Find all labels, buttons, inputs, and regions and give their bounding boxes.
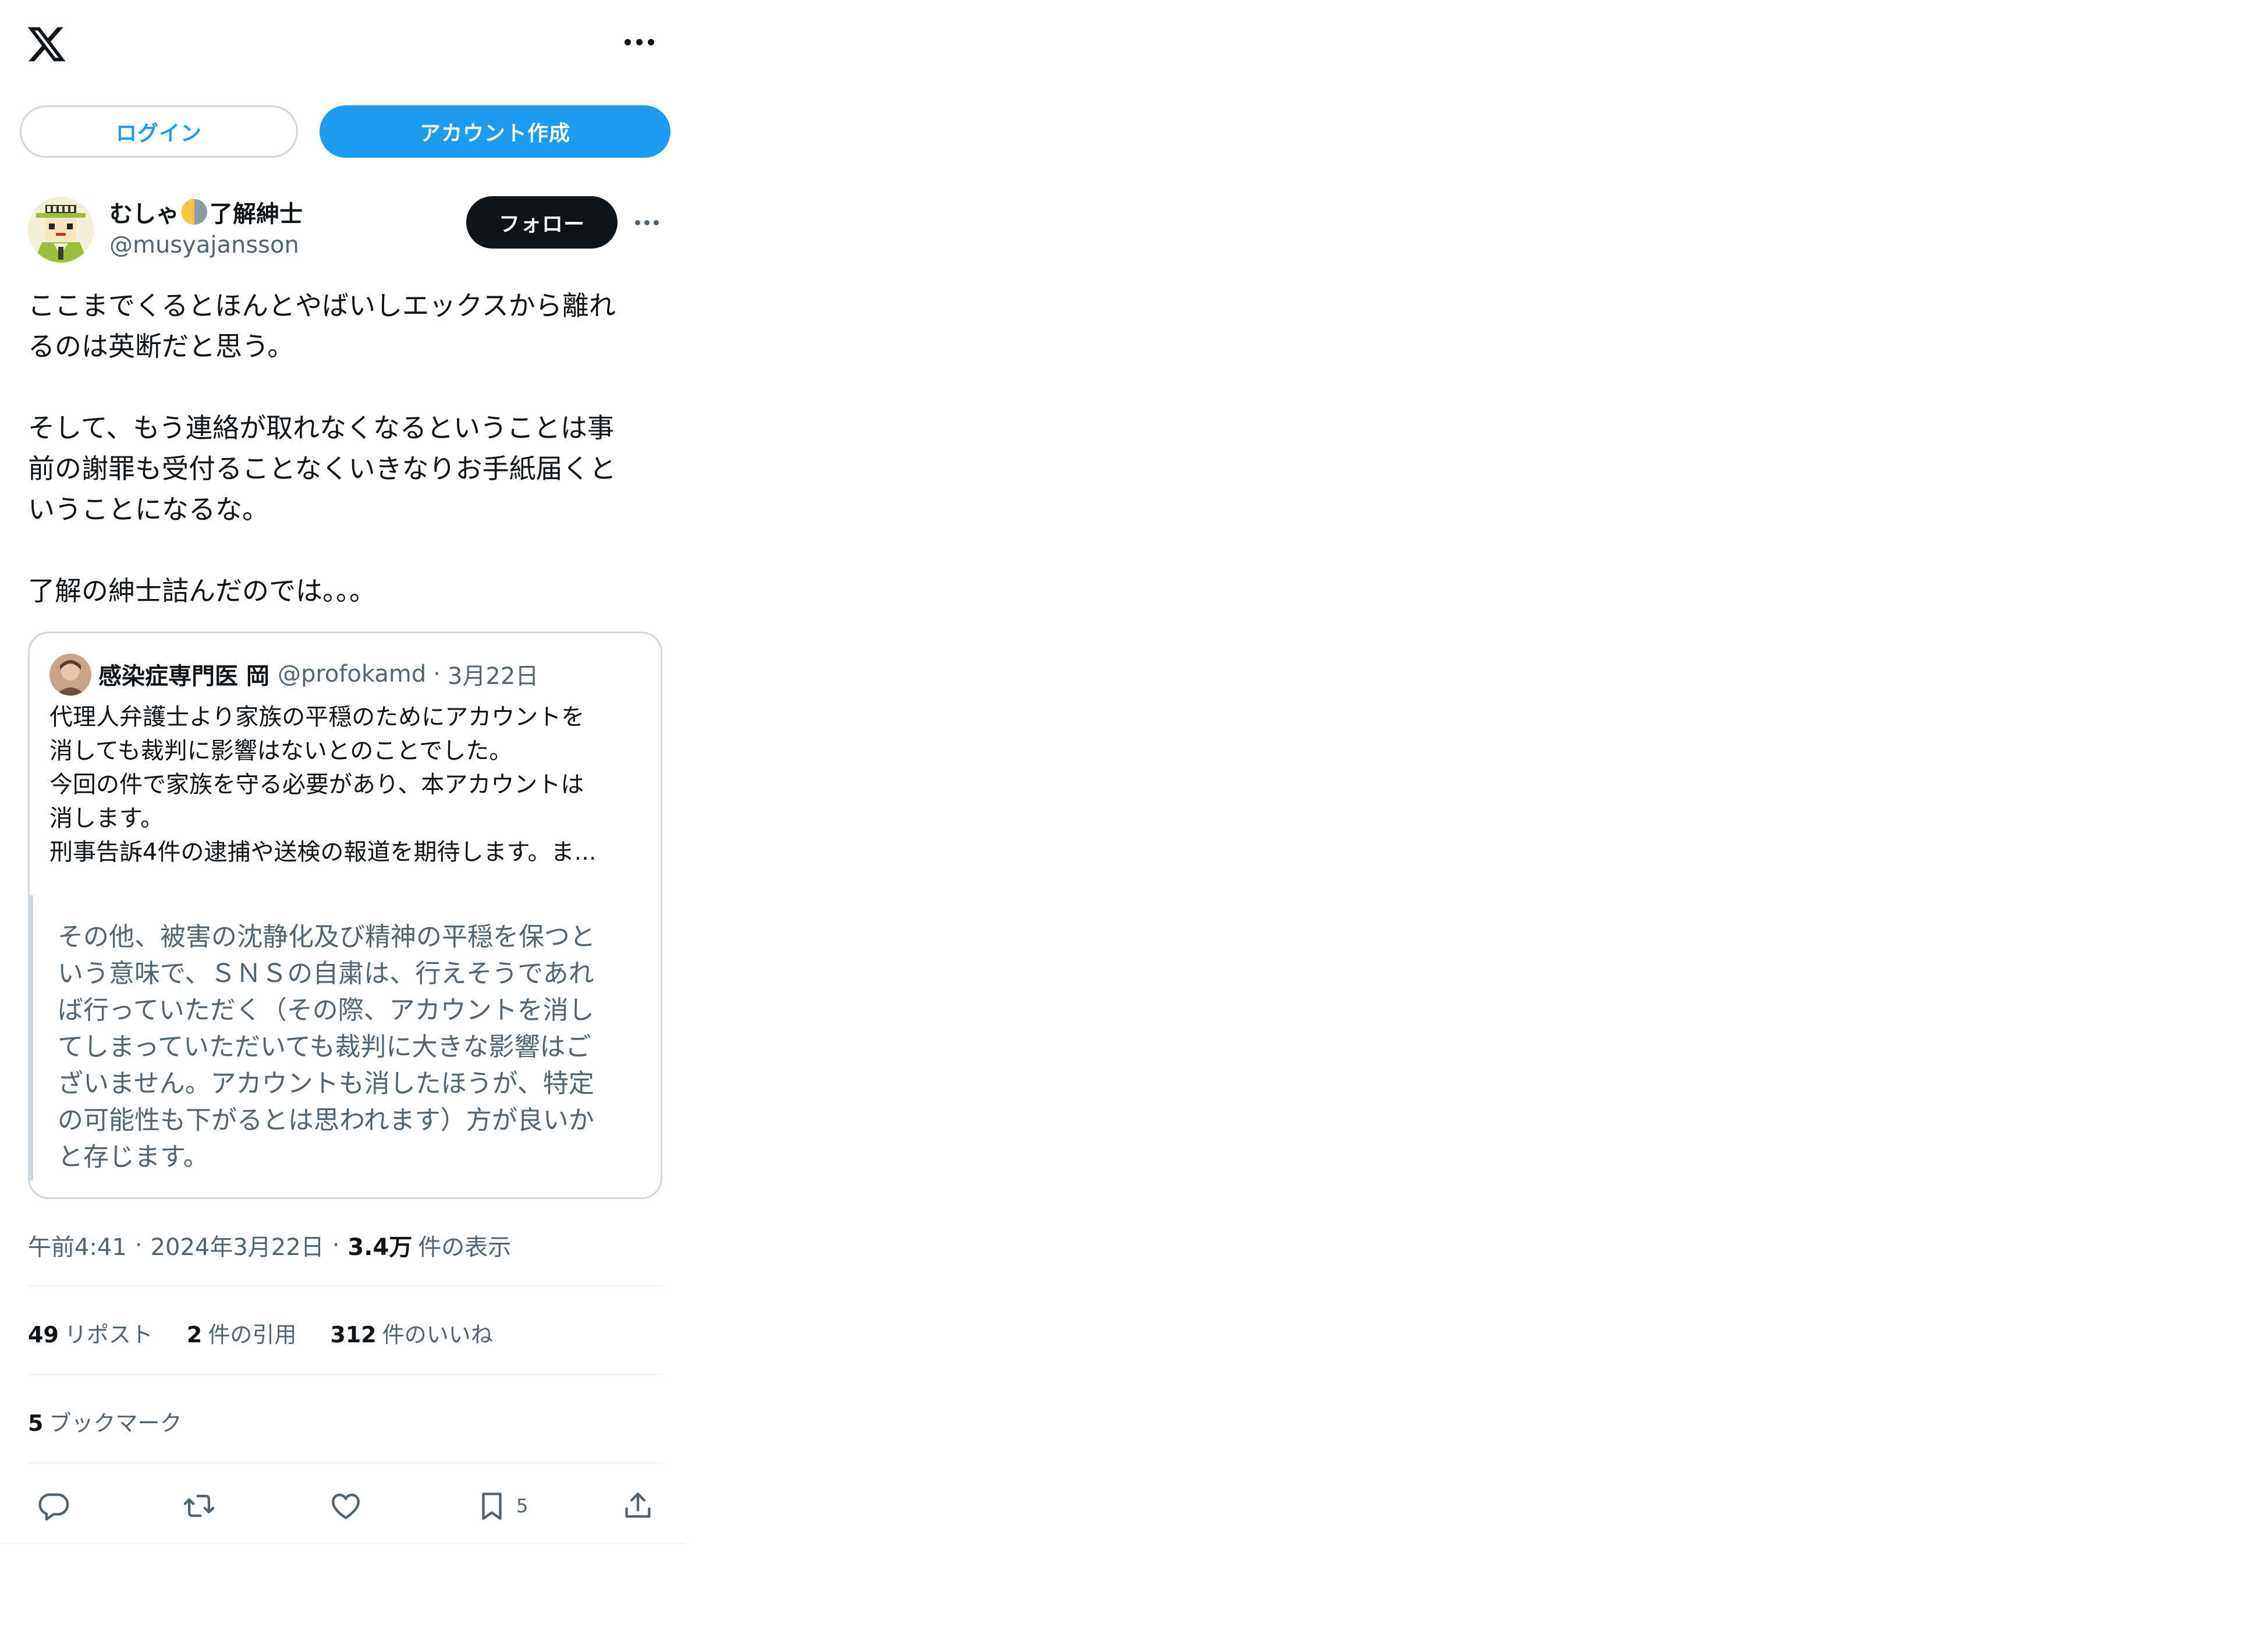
author-name[interactable]: むしゃ 了解紳士	[109, 196, 303, 228]
divider	[28, 1462, 662, 1463]
quotes-count: 2	[186, 1322, 203, 1348]
blockquote-line: の可能性も下がるとは思われます）方が良いか	[58, 1105, 594, 1135]
post-text-line: ここまでくるとほんとやばいしエックスから離れ	[28, 290, 616, 321]
author-name-part: むしゃ	[109, 201, 179, 228]
reposts-count: 49	[28, 1322, 59, 1348]
quote-separator: ·	[433, 661, 441, 687]
bookmarks-stat[interactable]: 5 ブックマーク	[28, 1405, 182, 1437]
repost-icon[interactable]	[180, 1487, 218, 1525]
blockquote-line: てしまっていただいても裁判に大きな影響はご	[58, 1032, 591, 1062]
post-text-line: 前の謝罪も受付ることなくいきなりお手紙届くと	[28, 453, 616, 484]
quote-date[interactable]: 3月22日	[448, 657, 538, 691]
quote-text-line: 消しても裁判に影響はないとのことでした。	[49, 738, 513, 764]
more-horizontal-icon[interactable]	[622, 30, 657, 54]
quote-text-line: 今回の件で家族を守る必要があり、本アカウントは	[49, 771, 584, 798]
heart-icon[interactable]	[327, 1487, 364, 1525]
engagement-stats: 49 リポスト 2 件の引用 312 件のいいね	[28, 1317, 493, 1349]
signup-button[interactable]: アカウント作成	[320, 105, 671, 158]
quote-author-name[interactable]: 感染症専門医 岡	[98, 657, 269, 691]
login-button[interactable]: ログイン	[20, 105, 298, 158]
quote-avatar[interactable]	[49, 654, 91, 696]
views-label: 件の表示	[418, 1234, 512, 1261]
blockquote-line: いう意味で、ＳＮＳの自粛は、行えそうであれ	[58, 959, 594, 988]
quote-blockquote: その他、被害の沈静化及び精神の平穏を保つと いう意味で、ＳＮＳの自粛は、行えそう…	[58, 919, 640, 1175]
views-count: 3.4万	[347, 1234, 413, 1261]
more-options-icon[interactable]	[632, 211, 661, 234]
quote-text-line: 消します。	[49, 805, 164, 832]
quotes-stat[interactable]: 2 件の引用	[187, 1317, 296, 1349]
likes-stat[interactable]: 312 件のいいね	[330, 1317, 492, 1349]
blockquote-line: と存じます。	[58, 1142, 209, 1172]
quote-text-line: 代理人弁護士より家族の平穏のためにアカウントを	[49, 704, 585, 731]
divider	[28, 1374, 662, 1375]
reposts-label: リポスト	[64, 1322, 153, 1348]
reposts-stat[interactable]: 49 リポスト	[28, 1317, 153, 1349]
half-moon-emoji-icon	[180, 198, 208, 226]
divider	[28, 1285, 662, 1286]
blockquote-line: ば行っていただく（その際、アカウントを消し	[58, 995, 594, 1025]
likes-count: 312	[330, 1322, 377, 1348]
post-text: ここまでくるとほんとやばいしエックスから離れ るのは英断だと思う。 そして、もう…	[28, 285, 662, 611]
meta-separator: ·	[134, 1232, 143, 1259]
quote-header: 感染症専門医 岡 @profokamd · 3月22日	[98, 655, 538, 693]
author-handle[interactable]: @musyajansson	[109, 232, 299, 258]
likes-label: 件のいいね	[382, 1322, 493, 1348]
bookmarks-count: 5	[28, 1410, 44, 1436]
post-meta: 午前4:41 · 2024年3月22日 · 3.4万 件の表示	[28, 1228, 511, 1262]
quotes-label: 件の引用	[208, 1322, 297, 1348]
quoted-post[interactable]: 感染症専門医 岡 @profokamd · 3月22日 代理人弁護士より家族の平…	[28, 632, 662, 1199]
avatar[interactable]	[28, 197, 94, 263]
post-text-line: そして、もう連絡が取れなくなるということは事	[28, 412, 614, 444]
blockquote-line: その他、被害の沈静化及び精神の平穏を保つと	[58, 922, 595, 952]
blockquote-line: ざいません。アカウントも消したほうが、特定	[58, 1069, 594, 1098]
author-name-part: 了解紳士	[210, 201, 303, 228]
bookmark-icon[interactable]	[473, 1487, 510, 1525]
reply-icon[interactable]	[35, 1487, 72, 1525]
x-logo-icon[interactable]	[26, 23, 68, 65]
post-text-line: いうことになるな。	[28, 494, 269, 525]
meta-separator: ·	[332, 1232, 340, 1259]
post-page: ログイン アカウント作成 むしゃ 了解紳士 @musyajansson フォロー…	[0, 0, 686, 1544]
bookmarks-label: ブックマーク	[49, 1410, 182, 1436]
share-icon[interactable]	[619, 1487, 657, 1525]
post-date[interactable]: 2024年3月22日	[151, 1228, 324, 1262]
post-text-line: 了解の紳士詰んだのでは。。。	[28, 575, 376, 607]
post-time[interactable]: 午前4:41	[28, 1228, 127, 1262]
quote-author-handle[interactable]: @profokamd	[278, 661, 426, 687]
quote-text: 代理人弁護士より家族の平穏のためにアカウントを 消しても裁判に影響はないとのこと…	[49, 700, 649, 869]
post-text-line: るのは英断だと思う。	[28, 331, 295, 362]
follow-button[interactable]: フォロー	[466, 196, 618, 249]
bookmark-count: 5	[516, 1495, 528, 1517]
quote-text-line: 刑事告訴4件の逮捕や送検の報道を期待します。ま...	[49, 839, 597, 866]
